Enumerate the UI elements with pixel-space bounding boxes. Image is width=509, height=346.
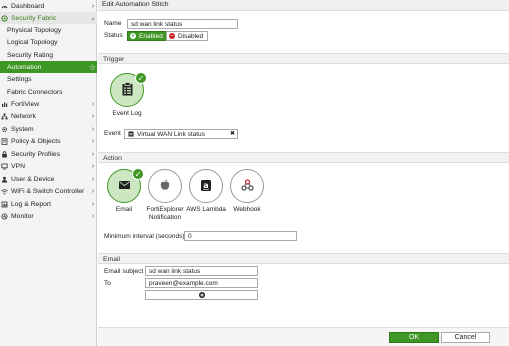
sidebar-item-wifi-switch[interactable]: WiFi & Switch Controller ›: [0, 186, 97, 198]
network-icon: [1, 113, 8, 120]
minus-circle-icon: −: [169, 33, 175, 39]
sidebar-item-network[interactable]: Network ›: [0, 111, 97, 123]
chevron-right-icon: ›: [91, 213, 95, 220]
fortiview-icon: [1, 101, 8, 108]
sidebar-item-monitor[interactable]: Monitor ›: [0, 211, 97, 223]
chevron-right-icon: ›: [91, 125, 95, 133]
email-to-input[interactable]: praveen@example.com: [145, 278, 258, 288]
clear-icon[interactable]: ✖: [230, 130, 235, 138]
cancel-button[interactable]: Cancel: [441, 332, 490, 343]
webhook-action-label: Webhook: [233, 206, 261, 213]
selected-check-icon: ✓: [132, 168, 144, 180]
chevron-down-icon: ⌄: [90, 15, 96, 22]
vpn-icon: [1, 163, 8, 170]
chevron-right-icon: ›: [91, 150, 95, 158]
chevron-right-icon: ›: [91, 200, 95, 208]
event-log-label: Event Log: [112, 110, 142, 117]
sidebar-item-vpn[interactable]: VPN ›: [0, 161, 97, 173]
sidebar-item-automation[interactable]: Automation ☆: [0, 61, 97, 73]
chevron-right-icon: ›: [91, 2, 95, 10]
event-select[interactable]: Virtual WAN Link status ✖: [124, 129, 238, 139]
user-icon: [1, 176, 8, 183]
plus-circle-icon: +: [130, 33, 136, 39]
sidebar-item-physical-topology[interactable]: Physical Topology: [0, 24, 97, 36]
chevron-right-icon: ›: [91, 163, 95, 170]
action-section-header: Action: [98, 152, 509, 163]
dashboard-icon: [1, 3, 8, 10]
chevron-right-icon: ›: [91, 188, 95, 195]
status-label: Status: [104, 32, 123, 39]
clipboard-icon: [121, 82, 134, 98]
app-root: Dashboard › Security Fabric ⌄ Physical T…: [0, 0, 509, 346]
sidebar-item-policy-objects[interactable]: Policy & Objects ›: [0, 136, 97, 148]
amazon-icon: a: [201, 179, 211, 193]
name-input[interactable]: sd wan link status: [127, 19, 238, 29]
envelope-icon: [118, 181, 130, 191]
sidebar: Dashboard › Security Fabric ⌄ Physical T…: [0, 0, 97, 346]
webhook-icon: [240, 179, 254, 193]
trigger-section-header: Trigger: [98, 53, 509, 64]
selected-check-icon: ✓: [135, 72, 147, 84]
aws-lambda-action-label: AWS Lambda: [186, 206, 226, 213]
page-titlebar: Edit Automation Stitch: [98, 0, 509, 11]
fortiexplorer-action-label: FortiExplorer Notification: [146, 206, 184, 221]
page-title: Edit Automation Stitch: [102, 1, 169, 8]
email-to-label: To: [104, 280, 111, 287]
email-subject-input[interactable]: sd wan link status: [145, 266, 258, 276]
system-icon: [1, 126, 8, 133]
email-action-label: Email: [115, 206, 133, 213]
star-icon[interactable]: ☆: [88, 63, 97, 72]
chevron-right-icon: ›: [91, 175, 95, 183]
min-interval-input[interactable]: 0: [184, 231, 297, 241]
wifi-icon: [1, 188, 8, 195]
event-log-icon: [128, 131, 134, 137]
main-panel: Edit Automation Stitch Name sd wan link …: [98, 0, 509, 346]
footer-bar: OK Cancel: [98, 327, 509, 346]
sidebar-item-user-device[interactable]: User & Device ›: [0, 173, 97, 185]
sidebar-item-log-report[interactable]: Log & Report ›: [0, 198, 97, 210]
name-label: Name: [104, 20, 122, 27]
chevron-right-icon: ›: [91, 100, 95, 108]
sidebar-item-security-fabric[interactable]: Security Fabric ⌄: [0, 12, 97, 24]
sidebar-item-settings[interactable]: Settings: [0, 74, 97, 86]
status-disabled-button[interactable]: − Disabled: [166, 31, 209, 41]
chevron-right-icon: ›: [91, 113, 95, 120]
plus-circle-icon: [198, 292, 205, 298]
sidebar-item-system[interactable]: System ›: [0, 123, 97, 135]
svg-text:a: a: [203, 181, 208, 190]
aws-lambda-action-tile[interactable]: a: [189, 169, 223, 203]
sidebar-item-dashboard[interactable]: Dashboard ›: [0, 0, 97, 12]
sidebar-item-logical-topology[interactable]: Logical Topology: [0, 37, 97, 49]
policy-icon: [1, 138, 8, 145]
log-report-icon: [1, 201, 8, 208]
sidebar-item-security-profiles[interactable]: Security Profiles ›: [0, 148, 97, 160]
status-enabled-button[interactable]: + Enabled: [127, 31, 168, 41]
sidebar-item-fortiview[interactable]: FortiView ›: [0, 98, 97, 110]
min-interval-label: Minimum interval (seconds): [104, 233, 185, 240]
fortiexplorer-action-tile[interactable]: [148, 169, 182, 203]
sidebar-item-security-rating[interactable]: Security Rating: [0, 49, 97, 61]
apple-icon: [160, 179, 170, 193]
email-subject-label: Email subject: [104, 268, 144, 275]
sidebar-item-fabric-connectors[interactable]: Fabric Connectors: [0, 86, 97, 98]
webhook-action-tile[interactable]: [230, 169, 264, 203]
security-fabric-icon: [1, 14, 8, 22]
ok-button[interactable]: OK: [389, 332, 439, 343]
event-label: Event: [104, 130, 121, 137]
chevron-right-icon: ›: [91, 138, 95, 145]
email-section-header: Email: [98, 253, 509, 264]
lock-icon: [1, 150, 8, 158]
monitor-icon: [1, 213, 8, 220]
add-recipient-button[interactable]: [145, 290, 258, 300]
